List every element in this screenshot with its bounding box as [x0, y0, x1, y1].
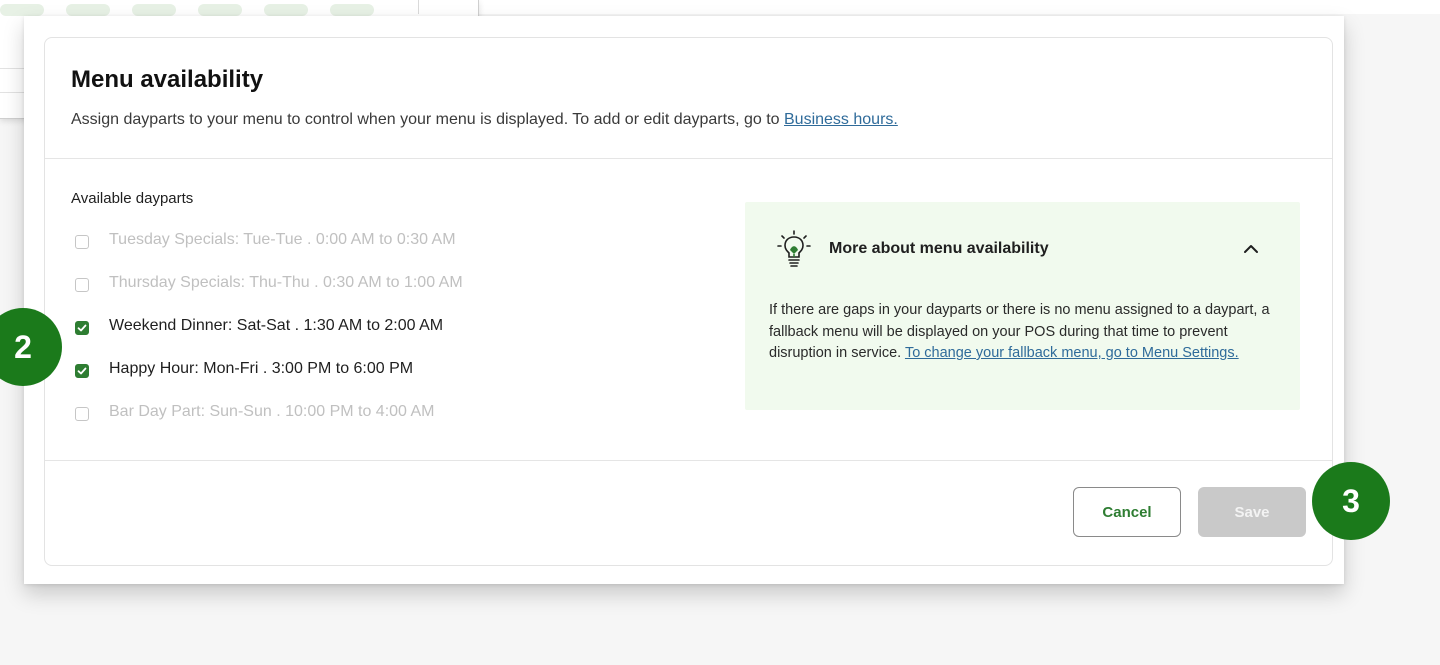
lightbulb-icon — [777, 230, 811, 267]
modal-subtitle: Assign dayparts to your menu to control … — [71, 111, 898, 129]
checkmark-icon — [77, 324, 87, 332]
daypart-checkbox[interactable] — [75, 235, 89, 249]
daypart-checkbox[interactable] — [75, 407, 89, 421]
daypart-checkbox[interactable] — [75, 321, 89, 335]
available-dayparts-label: Available dayparts — [71, 190, 194, 207]
save-button[interactable]: Save — [1198, 487, 1306, 537]
background-top-strip — [478, 0, 1440, 14]
business-hours-link[interactable]: Business hours. — [784, 111, 898, 128]
modal-subtitle-text: Assign dayparts to your menu to control … — [71, 111, 780, 128]
daypart-label: Weekend Dinner: Sat-Sat . 1:30 AM to 2:0… — [109, 317, 444, 334]
modal-header: Menu availability Assign dayparts to you… — [45, 38, 1332, 159]
modal-title: Menu availability — [71, 66, 264, 93]
daypart-item: Bar Day Part: Sun-Sun . 10:00 PM to 4:00… — [75, 403, 463, 446]
chevron-up-icon[interactable] — [1242, 240, 1260, 258]
modal-footer-divider — [45, 460, 1332, 461]
daypart-item: Weekend Dinner: Sat-Sat . 1:30 AM to 2:0… — [75, 317, 463, 360]
background-pills — [0, 4, 374, 16]
menu-availability-modal: Menu availability Assign dayparts to you… — [24, 16, 1344, 584]
menu-settings-link[interactable]: To change your fallback menu, go to Menu… — [905, 345, 1239, 361]
daypart-checkbox[interactable] — [75, 278, 89, 292]
info-panel-title: More about menu availability — [829, 240, 1049, 257]
daypart-item: Tuesday Specials: Tue-Tue . 0:00 AM to 0… — [75, 231, 463, 274]
daypart-item: Happy Hour: Mon-Fri . 3:00 PM to 6:00 PM — [75, 360, 463, 403]
info-panel-body: If there are gaps in your dayparts or th… — [769, 300, 1279, 365]
daypart-item: Thursday Specials: Thu-Thu . 0:30 AM to … — [75, 274, 463, 317]
daypart-label: Bar Day Part: Sun-Sun . 10:00 PM to 4:00… — [109, 403, 435, 420]
daypart-label: Happy Hour: Mon-Fri . 3:00 PM to 6:00 PM — [109, 360, 414, 377]
step-3-badge: 3 — [1312, 462, 1390, 540]
daypart-list: Tuesday Specials: Tue-Tue . 0:00 AM to 0… — [75, 231, 463, 446]
checkmark-icon — [77, 367, 87, 375]
daypart-label: Tuesday Specials: Tue-Tue . 0:00 AM to 0… — [109, 231, 456, 248]
menu-availability-info-panel: More about menu availability If there ar… — [745, 202, 1300, 410]
daypart-label: Thursday Specials: Thu-Thu . 0:30 AM to … — [109, 274, 463, 291]
daypart-checkbox[interactable] — [75, 364, 89, 378]
cancel-button[interactable]: Cancel — [1073, 487, 1181, 537]
modal-content: Menu availability Assign dayparts to you… — [44, 37, 1333, 566]
